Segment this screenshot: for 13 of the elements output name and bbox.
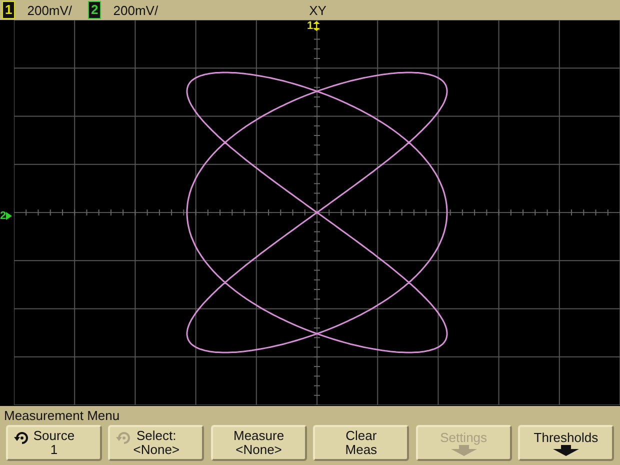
- channel-scale: 200mV/: [27, 2, 72, 18]
- softkey-button[interactable]: Clear Meas: [313, 425, 410, 461]
- mode-label: XY: [309, 2, 326, 18]
- arrow-down-icon: [550, 444, 581, 456]
- channel-badge: 2: [88, 1, 102, 19]
- softkey-button[interactable]: Source 1: [6, 425, 102, 461]
- menu-title: Measurement Menu: [3, 407, 121, 425]
- softkey-button[interactable]: Select: <None>: [108, 425, 204, 461]
- softkey-button[interactable]: Thresholds: [518, 425, 614, 461]
- channel-badge: 1: [2, 1, 16, 19]
- arrow-down-icon: [448, 444, 479, 456]
- softkey-button[interactable]: Measure <None>: [210, 425, 307, 461]
- channel-scale: 200mV/: [113, 2, 158, 18]
